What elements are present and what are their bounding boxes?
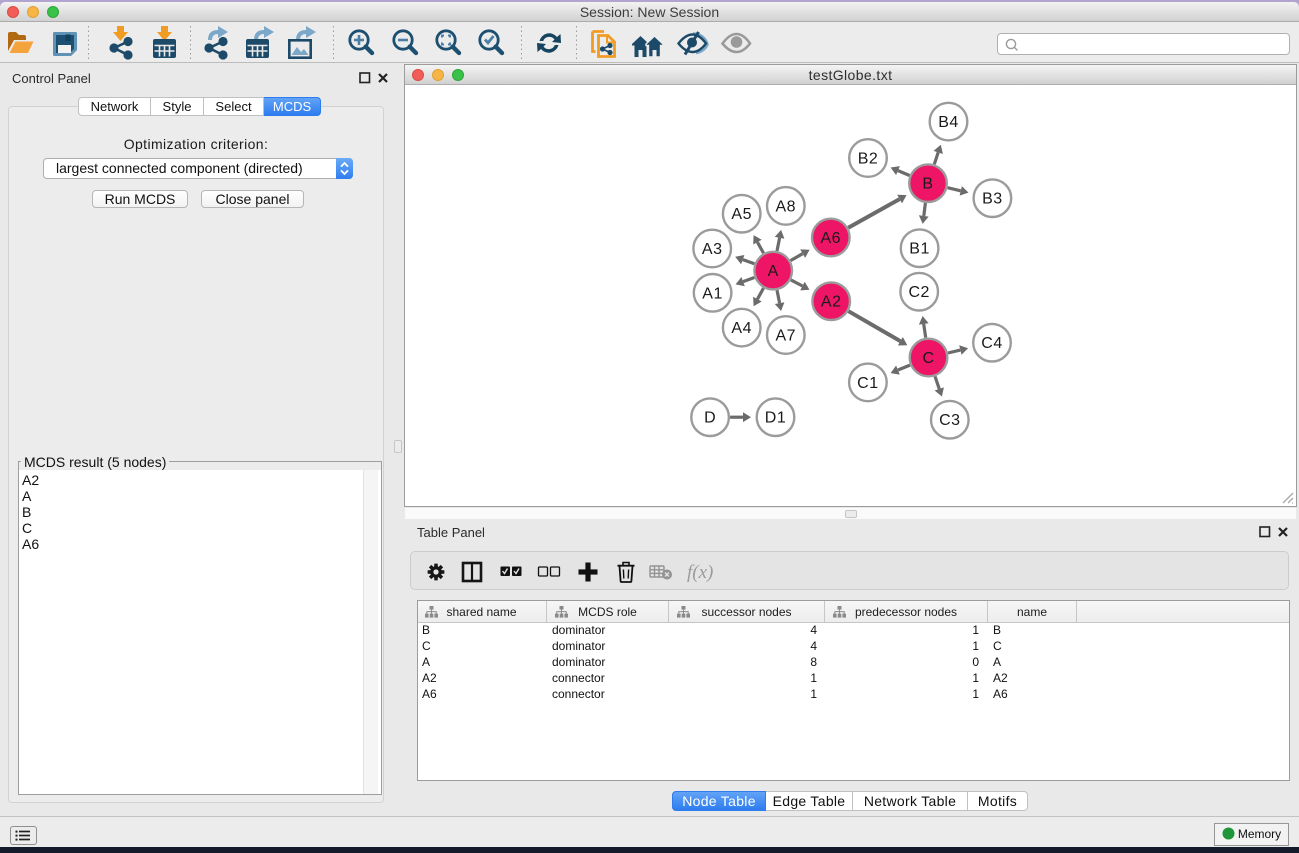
svg-text:C: C [922, 350, 934, 367]
svg-text:A5: A5 [731, 206, 752, 223]
svg-text:B1: B1 [909, 241, 930, 258]
svg-text:B4: B4 [938, 114, 959, 131]
svg-text:C2: C2 [908, 284, 929, 301]
svg-text:C4: C4 [981, 335, 1002, 352]
svg-text:A3: A3 [702, 241, 723, 258]
svg-text:C1: C1 [857, 375, 878, 392]
svg-text:B: B [922, 176, 933, 193]
svg-text:A8: A8 [776, 198, 797, 215]
svg-text:A6: A6 [821, 230, 842, 247]
svg-text:A4: A4 [731, 320, 752, 337]
svg-text:C3: C3 [939, 412, 960, 429]
svg-text:f(x): f(x) [687, 562, 713, 583]
svg-text:A2: A2 [821, 294, 842, 311]
svg-text:D: D [704, 410, 716, 427]
svg-text:D1: D1 [765, 410, 786, 427]
svg-text:A1: A1 [702, 285, 723, 302]
svg-text:B2: B2 [858, 151, 879, 168]
svg-text:A: A [768, 263, 779, 280]
svg-text:B3: B3 [982, 191, 1003, 208]
svg-text:A7: A7 [776, 328, 797, 345]
